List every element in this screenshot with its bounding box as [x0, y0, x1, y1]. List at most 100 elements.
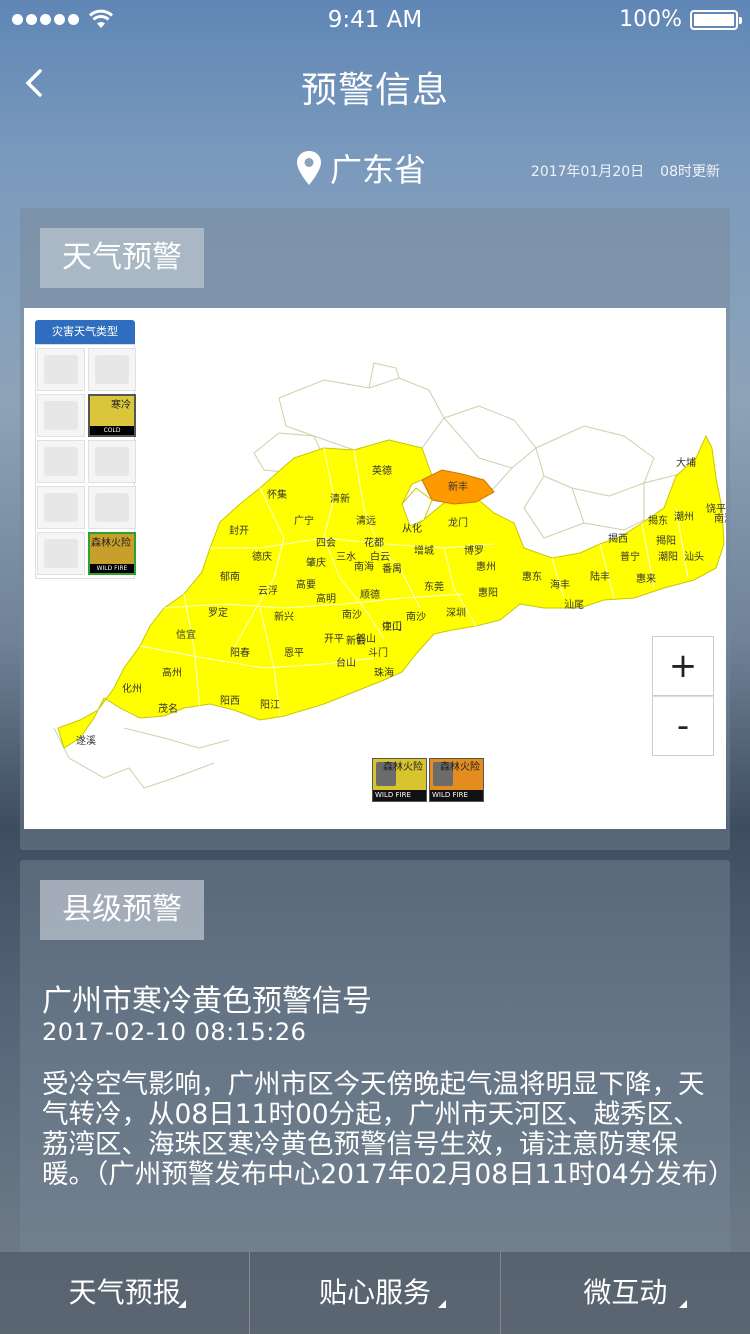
- map-label: 惠东: [522, 570, 542, 583]
- map-label: 云浮: [258, 585, 278, 597]
- map-label: 增城: [414, 544, 434, 557]
- map-label: 阳春: [230, 647, 250, 659]
- legend-haze[interactable]: [88, 440, 136, 483]
- map-label: 花都: [364, 536, 384, 549]
- legend-cold-code: COLD: [90, 426, 134, 435]
- update-info: 2017年01月20日 08时更新: [531, 161, 720, 181]
- map-label: 南海: [354, 560, 374, 573]
- update-date: 2017年01月20日: [530, 164, 645, 180]
- map-label: 三水: [336, 551, 356, 563]
- map-label: 中山: [382, 620, 402, 633]
- map-label: 开平: [324, 634, 344, 645]
- legend-typhoon[interactable]: [37, 348, 85, 391]
- map-label: 恩平: [284, 647, 304, 659]
- legend-fog[interactable]: [37, 440, 85, 483]
- map-label: 揭西: [608, 532, 628, 545]
- weather-warning-tag: 天气预警: [40, 228, 204, 288]
- tab-weather-forecast[interactable]: 天气预报: [0, 1252, 249, 1334]
- map-label: 清新: [330, 492, 350, 505]
- county-warning-card: 县级预警 广州市寒冷黄色预警信号 2017-02-10 08:15:26 受冷空…: [20, 860, 735, 1252]
- county-warning-tag: 县级预警: [40, 880, 204, 940]
- map-label: 广宁: [294, 514, 314, 527]
- map-label: 遂溪: [76, 734, 96, 747]
- map-label: 惠州: [476, 560, 496, 573]
- legend-gale[interactable]: [37, 486, 85, 529]
- map-label: 番禺: [382, 563, 402, 575]
- legend-wildfire[interactable]: 森林火险 WILD FIRE: [88, 532, 136, 575]
- map-label: 汕头: [684, 551, 704, 563]
- map-label: 惠来: [636, 572, 656, 585]
- map-label: 高要: [296, 578, 316, 591]
- bottom-tab-bar: 天气预报 贴心服务 微互动: [0, 1252, 750, 1334]
- map-label: 顺德: [360, 588, 380, 601]
- map-label: 阳西: [220, 695, 240, 707]
- map-label: 南澳: [714, 512, 726, 525]
- map-label: 茂名: [158, 702, 178, 715]
- map-label: 珠海: [374, 666, 394, 679]
- legend-wildfire-code: WILD FIRE: [90, 564, 134, 573]
- map-label: 怀集: [267, 488, 287, 501]
- wildfire-orange-badge[interactable]: 森林火险 WILD FIRE: [429, 758, 484, 802]
- alert-time: 2017-02-10 08:15:26: [42, 1018, 307, 1046]
- nav-bar: 预警信息: [0, 55, 750, 115]
- map-label: 大埔: [676, 456, 696, 469]
- legend-wildfire-label: 森林火险: [91, 538, 131, 549]
- map-label: 高州: [162, 666, 182, 679]
- map-label: 台山: [336, 656, 356, 669]
- wildfire-yellow-badge[interactable]: 森林火险 WILD FIRE: [372, 758, 427, 802]
- map-label: 肇庆: [306, 556, 326, 569]
- map-label: 南沙: [342, 608, 362, 621]
- map-label: 阳江: [260, 699, 280, 711]
- map-label: 龙门: [448, 516, 468, 529]
- legend-cold[interactable]: 寒冷 COLD: [88, 394, 136, 437]
- alert-title[interactable]: 广州市寒冷黄色预警信号: [42, 976, 372, 1020]
- map-label: 深圳: [446, 607, 466, 619]
- badge-code: WILD FIRE: [430, 790, 483, 801]
- zoom-out-button[interactable]: -: [652, 696, 714, 756]
- corner-triangle-icon: [178, 1300, 186, 1308]
- map-label: 四会: [316, 536, 336, 549]
- map-label: 汕尾: [564, 599, 584, 611]
- legend-hail[interactable]: [37, 532, 85, 575]
- badge-title: 森林火险: [440, 762, 480, 773]
- map-label: 潮阳: [658, 550, 678, 563]
- location-selector[interactable]: 广东省: [296, 146, 426, 190]
- map-label: 新兴: [274, 610, 294, 623]
- page-title: 预警信息: [300, 70, 449, 111]
- tab-interaction[interactable]: 微互动: [499, 1252, 750, 1334]
- map-label: 揭阳: [656, 534, 676, 547]
- map-label: 清远: [356, 514, 376, 527]
- map-label: 斗门: [368, 646, 388, 659]
- warning-map[interactable]: 英德 怀集 清新 新丰 广宁 清远 从化 龙门 封开 四会 花都 增城 博罗 德…: [24, 308, 726, 829]
- map-label: 潮州: [674, 510, 694, 523]
- map-label: 郁南: [220, 570, 240, 583]
- map-label: 海丰: [550, 578, 570, 591]
- active-warning-badges: 森林火险 WILD FIRE 森林火险 WILD FIRE: [372, 758, 484, 802]
- update-hour: 08时更新: [660, 164, 720, 180]
- legend-rainstorm[interactable]: [88, 348, 136, 391]
- legend-thunderstorm[interactable]: [88, 486, 136, 529]
- badge-code: WILD FIRE: [373, 790, 426, 801]
- tab-services[interactable]: 贴心服务: [249, 1252, 499, 1334]
- tab-label: 微互动: [583, 1276, 668, 1309]
- map-label: 从化: [402, 522, 422, 535]
- zoom-in-button[interactable]: +: [652, 636, 714, 696]
- map-label: 普宁: [620, 550, 640, 563]
- weather-warning-card: 天气预警 英德 怀集 清新 新丰 广宁 清远 从化 龙门 封开 四会 花都 增城…: [20, 208, 730, 850]
- corner-triangle-icon: [678, 1300, 687, 1308]
- status-bar: 9:41 AM 100%: [0, 0, 750, 40]
- disaster-type-legend: 灾害天气类型 寒冷 COLD 森林火险 WILD FIRE: [35, 320, 136, 579]
- map-label: 惠阳: [478, 586, 498, 599]
- battery-percent: 100%: [619, 7, 682, 32]
- corner-triangle-icon: [438, 1300, 447, 1308]
- legend-title: 灾害天气类型: [35, 320, 135, 344]
- map-label: 新丰: [448, 480, 468, 493]
- map-label: 揭东: [648, 514, 668, 527]
- map-label: 英德: [372, 464, 392, 477]
- zoom-controls: + -: [652, 636, 714, 756]
- legend-heat[interactable]: [37, 394, 85, 437]
- map-label: 信宜: [176, 628, 196, 641]
- map-label: 南沙: [406, 610, 426, 623]
- province-name: 广东省: [330, 151, 427, 189]
- map-label: 高明: [316, 592, 336, 605]
